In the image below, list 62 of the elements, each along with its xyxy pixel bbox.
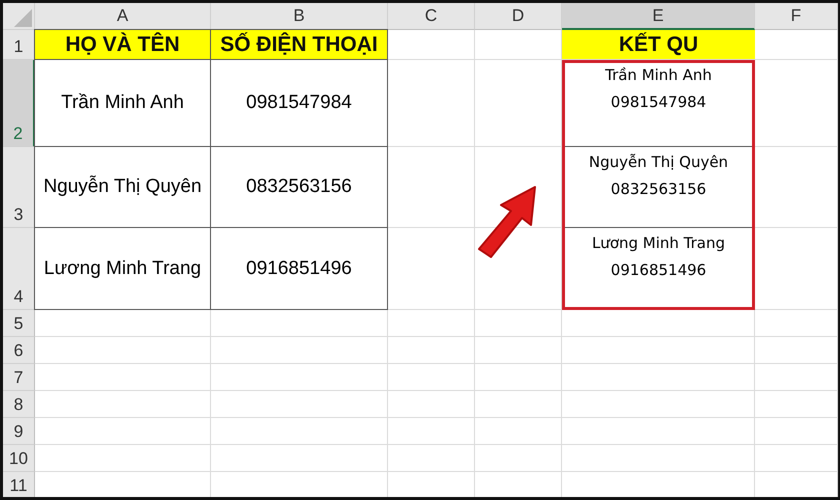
grid-cell[interactable] xyxy=(755,391,838,418)
table-cell: KẾT QU xyxy=(562,30,755,60)
row-header[interactable]: 11 xyxy=(3,472,35,497)
column-header[interactable]: D xyxy=(475,3,562,30)
grid-cell[interactable] xyxy=(388,418,475,445)
grid-cell[interactable] xyxy=(35,364,211,391)
table-cell: 0916851496 xyxy=(210,227,388,310)
grid-cell[interactable] xyxy=(755,147,838,228)
grid-cell[interactable] xyxy=(475,60,562,147)
row-header[interactable]: 3 xyxy=(3,147,35,228)
grid-cell[interactable] xyxy=(211,364,388,391)
row-header[interactable]: 10 xyxy=(3,445,35,472)
grid-cell[interactable] xyxy=(475,418,562,445)
grid-cell[interactable] xyxy=(755,418,838,445)
grid-cell[interactable] xyxy=(475,337,562,364)
select-all-icon[interactable] xyxy=(14,9,32,27)
grid-cell[interactable] xyxy=(388,391,475,418)
grid-cell[interactable] xyxy=(562,391,755,418)
grid-cell[interactable] xyxy=(755,445,838,472)
row-header[interactable]: 6 xyxy=(3,337,35,364)
grid-cell[interactable] xyxy=(562,418,755,445)
table-cell: SỐ ĐIỆN THOẠI xyxy=(210,29,388,60)
grid-cell[interactable] xyxy=(562,364,755,391)
column-header[interactable]: B xyxy=(211,3,388,30)
grid-cell[interactable] xyxy=(562,310,755,337)
grid-cell[interactable] xyxy=(475,310,562,337)
grid-cell[interactable] xyxy=(388,337,475,364)
grid-cell[interactable] xyxy=(35,337,211,364)
column-header[interactable]: E xyxy=(562,3,755,30)
arrow-icon xyxy=(475,183,539,259)
grid-cell[interactable] xyxy=(562,445,755,472)
grid-cell[interactable] xyxy=(755,60,838,147)
row-header[interactable]: 4 xyxy=(3,228,35,310)
grid-cell[interactable] xyxy=(35,418,211,445)
row-header[interactable]: 9 xyxy=(3,418,35,445)
grid-cell[interactable] xyxy=(755,228,838,310)
column-header[interactable]: F xyxy=(755,3,838,30)
column-header[interactable]: A xyxy=(35,3,211,30)
grid-cell[interactable] xyxy=(388,445,475,472)
grid-cell[interactable] xyxy=(35,391,211,418)
table-cell: HỌ VÀ TÊN xyxy=(34,29,211,60)
grid-cell[interactable] xyxy=(35,445,211,472)
grid-cell[interactable] xyxy=(388,364,475,391)
row-header[interactable]: 2 xyxy=(3,60,35,147)
grid-cell[interactable] xyxy=(211,391,388,418)
grid-cell[interactable] xyxy=(211,337,388,364)
grid-cell[interactable] xyxy=(562,337,755,364)
grid-cell[interactable] xyxy=(475,391,562,418)
row-header[interactable]: 7 xyxy=(3,364,35,391)
grid-cell[interactable] xyxy=(755,337,838,364)
row-header[interactable]: 5 xyxy=(3,310,35,337)
grid-cell[interactable] xyxy=(755,364,838,391)
row-header[interactable]: 1 xyxy=(3,30,35,60)
row-header[interactable]: 8 xyxy=(3,391,35,418)
grid-cell[interactable] xyxy=(211,418,388,445)
grid-cell[interactable] xyxy=(755,310,838,337)
table-cell: Lương Minh Trang xyxy=(34,227,211,310)
grid-cell[interactable] xyxy=(388,310,475,337)
grid-cell[interactable] xyxy=(211,445,388,472)
grid-cell[interactable] xyxy=(475,364,562,391)
column-header[interactable]: C xyxy=(388,3,475,30)
grid-cell[interactable] xyxy=(475,445,562,472)
